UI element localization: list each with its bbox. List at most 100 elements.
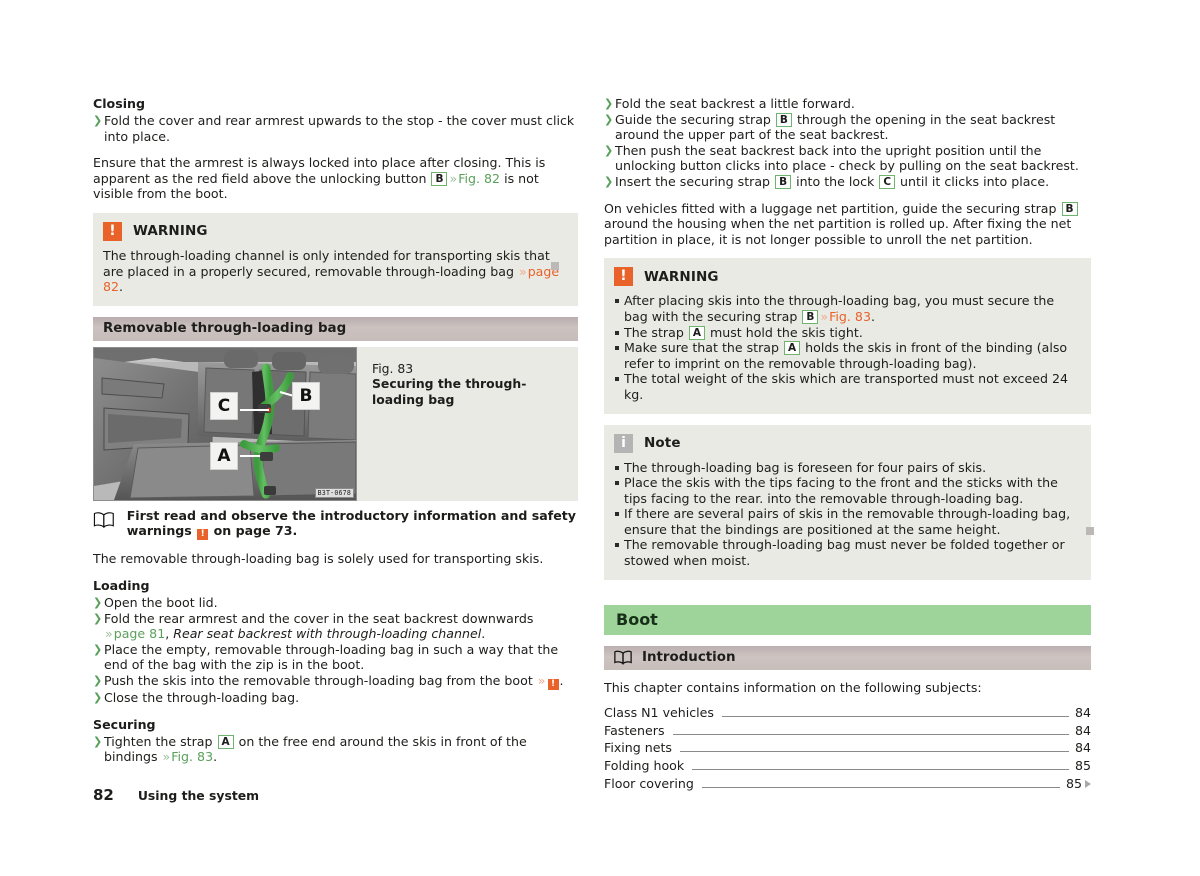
- item-text: The total weight of the skis which are t…: [624, 371, 1068, 402]
- callout-letter-a: A: [688, 325, 705, 340]
- figure-number: Fig. 83: [372, 360, 414, 376]
- note-title: Note: [644, 435, 681, 451]
- list-item: ❯ Fold the rear armrest and the cover in …: [93, 611, 578, 642]
- arrow-bullet-icon: ❯: [93, 690, 103, 704]
- note-items: The through-loading bag is foreseen for …: [614, 460, 1080, 569]
- toc-page: 85: [1065, 775, 1082, 791]
- toc-leader: [692, 768, 1069, 771]
- list-item: The total weight of the skis which are t…: [614, 371, 1080, 402]
- warning-icon: !: [614, 267, 633, 287]
- square-bullet-icon: [615, 543, 619, 548]
- warning-box-header: ! WARNING: [103, 221, 567, 241]
- list-item: If there are several pairs of skis in th…: [614, 506, 1080, 537]
- item-text: If there are several pairs of skis in th…: [624, 506, 1071, 537]
- xref-chevron-icon: »: [518, 263, 527, 279]
- intro-paragraph: The removable through-loading bag is sol…: [93, 551, 544, 567]
- toc-row[interactable]: Fixing nets 84: [604, 739, 1091, 757]
- warning-box-header: ! WARNING: [614, 267, 1080, 287]
- list-item: ❯ Guide the securing strap B through the …: [604, 112, 1091, 143]
- toc-row[interactable]: Class N1 vehicles 84: [604, 704, 1091, 722]
- list-item: After placing skis into the through-load…: [614, 293, 1080, 324]
- chapter-title: Boot: [616, 610, 658, 630]
- step-text: Fold the cover and rear armrest upwards …: [104, 113, 575, 144]
- book-icon: [93, 511, 114, 528]
- xref-fig-83[interactable]: Fig. 83: [171, 749, 213, 764]
- item-text: The removable through-loading bag must n…: [624, 537, 1065, 569]
- list-item: The strap A must hold the skis tight.: [614, 325, 1080, 341]
- step-text-italic: Rear seat backrest with through-loading …: [173, 626, 482, 642]
- reference-note-text-pre: First read and observe the introductory …: [126, 507, 576, 539]
- arrow-bullet-icon: ❯: [93, 734, 103, 748]
- item-text-post: .: [870, 308, 875, 324]
- warning-title: WARNING: [133, 223, 208, 240]
- reference-note-text-post: on page 73.: [209, 523, 298, 539]
- callout-letter-a: A: [784, 341, 801, 356]
- chapter-bar-boot: Boot: [604, 604, 1091, 635]
- toc-row[interactable]: Fasteners 84: [604, 722, 1091, 740]
- toc-label: Fixing nets: [604, 740, 672, 756]
- square-bullet-icon: [615, 330, 619, 335]
- reference-note-text: First read and observe the introductory …: [127, 508, 578, 541]
- list-item: ❯ Place the empty, removable through-load…: [93, 642, 578, 673]
- callout-letter-b: B: [802, 309, 819, 324]
- figure-image: C B A B3T-0678: [93, 346, 357, 501]
- toc-row[interactable]: Folding hook 85: [604, 757, 1091, 775]
- closing-paragraph: Ensure that the armrest is always locked…: [93, 155, 578, 202]
- left-column: Closing ❯ Fold the cover and rear armrest…: [93, 96, 578, 776]
- note-box-header: i Note: [614, 433, 1080, 453]
- toc-row[interactable]: Floor covering 85: [604, 775, 1091, 793]
- intro-lead: This chapter contains information on the…: [604, 679, 982, 695]
- subsection-bar-removable-bag: Removable through-loading bag: [93, 316, 578, 341]
- arrow-bullet-icon: ❯: [604, 143, 614, 157]
- warning-inline-icon: !: [197, 529, 209, 541]
- square-bullet-icon: [615, 481, 619, 486]
- callout-letter-b: B: [431, 171, 448, 186]
- securing-heading: Securing: [93, 716, 156, 732]
- figure-title: Securing the through-loading bag: [372, 376, 527, 407]
- page-number: 82: [93, 786, 114, 804]
- paragraph-text-post: around the housing when the net partitio…: [604, 216, 1072, 247]
- square-bullet-icon: [615, 377, 619, 382]
- callout-c: C: [210, 391, 238, 420]
- right-column: ❯ Fold the seat backrest a little forward…: [604, 96, 1091, 792]
- xref-page-81[interactable]: page 81: [114, 626, 165, 641]
- car-rear-seat-illustration: [94, 347, 356, 500]
- note-box: i Note The through-loading bag is forese…: [604, 424, 1091, 580]
- warning-icon: !: [103, 221, 122, 241]
- warning-text-post: .: [119, 279, 124, 295]
- warning-box-left: ! WARNING The through-loading channel is…: [93, 212, 578, 306]
- figure-caption: Fig. 83 Securing the through-loading bag: [357, 346, 578, 501]
- margin-marker-square: [551, 262, 559, 270]
- toc-page: 85: [1074, 758, 1091, 774]
- closing-steps: ❯ Fold the cover and rear armrest upwards…: [93, 113, 578, 144]
- list-item: ❯ Open the boot lid.: [93, 595, 578, 611]
- toc-page: 84: [1074, 740, 1091, 756]
- xref-chevron-icon: »: [162, 749, 171, 765]
- list-item: ❯ Fold the seat backrest a little forward…: [604, 96, 1091, 112]
- figure-code-label: B3T-0678: [314, 487, 354, 498]
- toc-leader: [680, 750, 1069, 753]
- continuation-arrow-icon: [1085, 779, 1091, 788]
- closing-heading: Closing: [93, 96, 146, 111]
- net-partition-paragraph: On vehicles fitted with a luggage net pa…: [604, 201, 1091, 248]
- list-item: The through-loading bag is foreseen for …: [614, 460, 1080, 476]
- xref-chevron-icon: »: [449, 170, 458, 186]
- square-bullet-icon: [615, 346, 619, 351]
- securing-block: Securing ❯ Tighten the strap A on the fre…: [93, 717, 578, 765]
- toc-leader: [701, 786, 1060, 788]
- callout-letter-a: A: [217, 734, 234, 749]
- step-text-post: until it clicks into place.: [896, 173, 1050, 189]
- step-text: Fold the seat backrest a little forward.: [615, 96, 855, 111]
- callout-a: A: [210, 441, 238, 470]
- callout-letter-c: C: [879, 174, 896, 189]
- xref-fig-83[interactable]: Fig. 83: [829, 309, 871, 324]
- step-text-pre: Push the skis into the removable through…: [104, 672, 537, 688]
- xref-fig-82[interactable]: Fig. 82: [458, 171, 500, 186]
- list-item: ❯ Fold the cover and rear armrest upwards…: [93, 113, 578, 144]
- loading-steps: ❯ Open the boot lid. ❯ Fold the rear armre…: [93, 595, 578, 706]
- callout-letter-b: B: [775, 174, 792, 189]
- item-text-post: must hold the skis tight.: [705, 324, 863, 340]
- list-item: ❯ Push the skis into the removable throug…: [93, 673, 578, 690]
- loading-block: Loading ❯ Open the boot lid. ❯ Fold the re…: [93, 578, 578, 706]
- figure-83: C B A B3T-0678 Fig. 83 Securing the thro…: [93, 346, 578, 501]
